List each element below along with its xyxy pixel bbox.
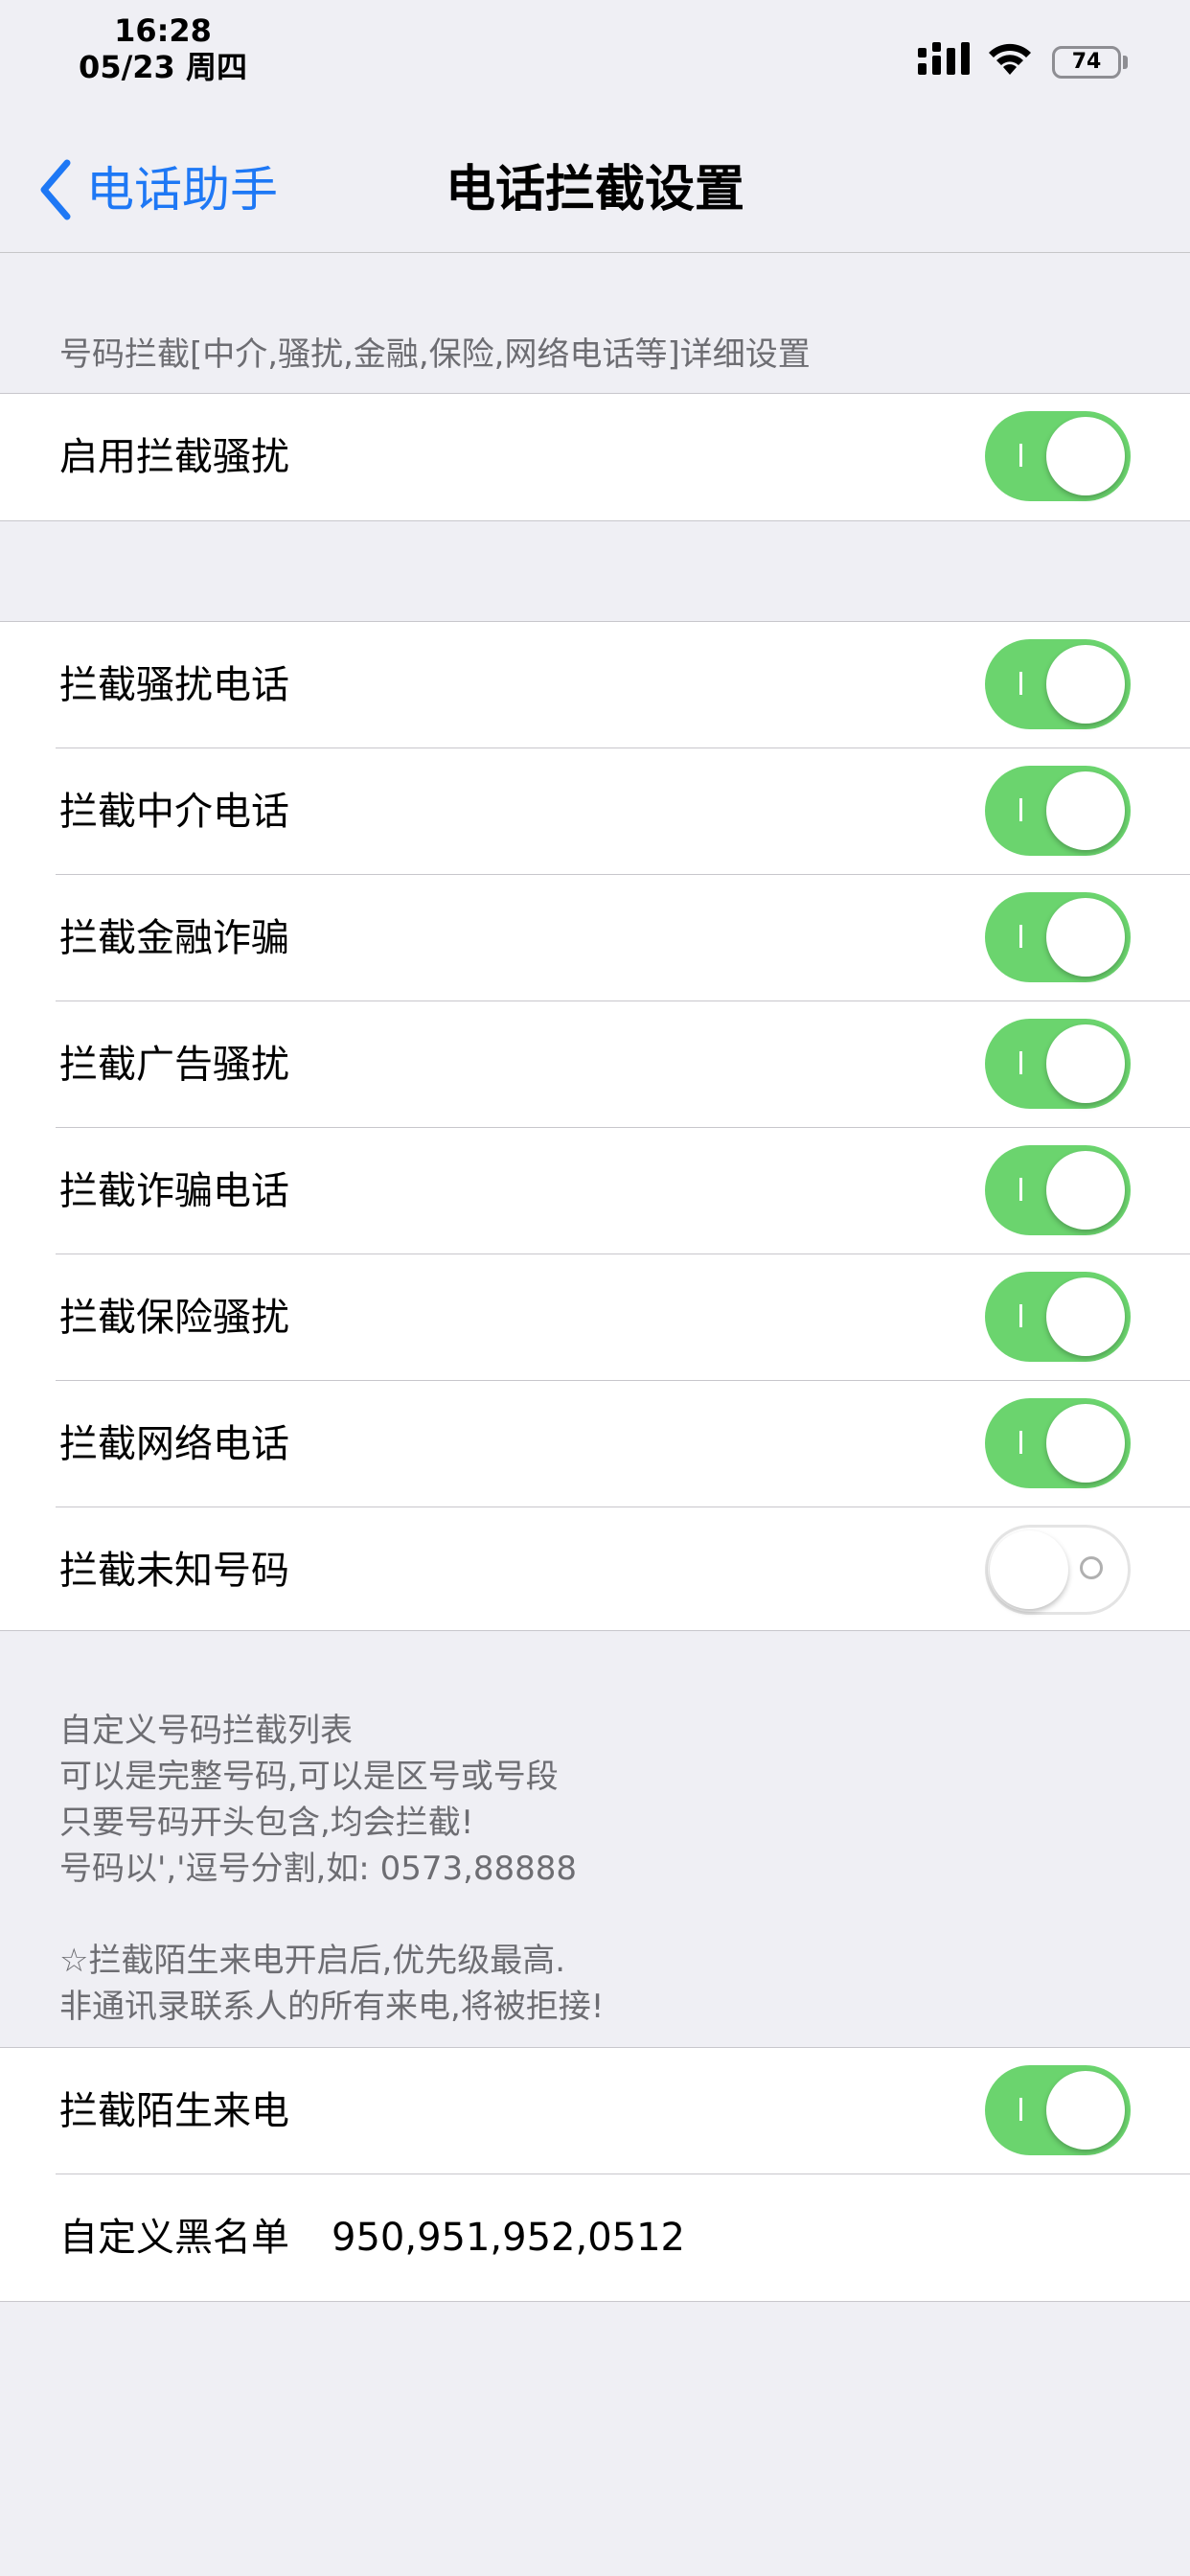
wifi-icon — [989, 43, 1031, 75]
toggle-block-insurance[interactable] — [985, 1272, 1131, 1362]
row-block-strangers: 拦截陌生来电 — [0, 2048, 1190, 2174]
row-label: 拦截骚扰电话 — [59, 663, 289, 707]
toggle-block-financial-fraud[interactable] — [985, 892, 1131, 982]
note-line — [59, 1892, 604, 1938]
row-label: 拦截中介电话 — [59, 790, 289, 834]
note-line: 只要号码开头包含,均会拦截! — [59, 1804, 474, 1842]
note-line: ☆拦截陌生来电开启后,优先级最高. — [59, 1942, 566, 1980]
row-block-scam-calls: 拦截诈骗电话 — [0, 1128, 1190, 1254]
row-block-unknown-numbers: 拦截未知号码 — [0, 1507, 1190, 1634]
note-line: 可以是完整号码,可以是区号或号段 — [59, 1758, 559, 1796]
row-label: 启用拦截骚扰 — [59, 435, 289, 479]
note-line: 非通讯录联系人的所有来电,将被拒接! — [59, 1988, 605, 2026]
row-block-internet-calls: 拦截网络电话 — [0, 1381, 1190, 1507]
row-block-insurance: 拦截保险骚扰 — [0, 1254, 1190, 1381]
blocklist-instructions: 自定义号码拦截列表 可以是完整号码,可以是区号或号段 只要号码开头包含,均会拦截… — [59, 1708, 604, 2030]
battery-tip — [1123, 56, 1128, 69]
toggle-block-harassment[interactable] — [985, 639, 1131, 729]
toggle-block-ads[interactable] — [985, 1019, 1131, 1109]
note-line: 自定义号码拦截列表 — [59, 1712, 353, 1750]
blacklist-value[interactable]: 950,951,952,0512 — [332, 2174, 685, 2301]
row-block-harassment: 拦截骚扰电话 — [0, 622, 1190, 748]
row-block-financial-fraud: 拦截金融诈骗 — [0, 875, 1190, 1001]
row-enable-blocking: 启用拦截骚扰 — [0, 394, 1190, 520]
group-block-categories: 拦截骚扰电话 拦截中介电话 拦截金融诈骗 拦截广告骚扰 拦截诈骗电话 拦截保险骚… — [0, 621, 1190, 1631]
row-label: 拦截诈骗电话 — [59, 1169, 289, 1213]
status-time: 16:28 — [114, 12, 212, 49]
group-enable-blocking: 启用拦截骚扰 — [0, 393, 1190, 521]
row-label: 拦截广告骚扰 — [59, 1043, 289, 1087]
navigation-bar: 电话助手 电话拦截设置 — [0, 115, 1190, 253]
status-date: 05/23 周四 — [79, 49, 247, 85]
row-label: 拦截网络电话 — [59, 1422, 289, 1466]
row-label: 自定义黑名单 — [59, 2216, 289, 2260]
status-bar: 16:28 05/23 周四 74 — [0, 0, 1190, 96]
row-label: 拦截保险骚扰 — [59, 1296, 289, 1340]
toggle-block-agency[interactable] — [985, 766, 1131, 856]
row-block-ads: 拦截广告骚扰 — [0, 1001, 1190, 1128]
toggle-block-unknown-numbers[interactable] — [985, 1525, 1131, 1615]
section-header-block-settings: 号码拦截[中介,骚扰,金融,保险,网络电话等]详细设置 — [59, 335, 811, 374]
note-line: 号码以','逗号分割,如: 0573,88888 — [59, 1850, 578, 1888]
battery-icon: 74 — [1052, 46, 1121, 79]
page-title: 电话拦截设置 — [445, 161, 744, 218]
row-block-agency: 拦截中介电话 — [0, 748, 1190, 875]
row-label: 拦截金融诈骗 — [59, 916, 289, 960]
toggle-enable-blocking[interactable] — [985, 411, 1131, 501]
row-label: 拦截陌生来电 — [59, 2089, 289, 2133]
row-label: 拦截未知号码 — [59, 1549, 289, 1593]
row-custom-blacklist[interactable]: 自定义黑名单 950,951,952,0512 — [0, 2174, 1190, 2301]
cellular-signal-icon — [918, 42, 970, 75]
toggle-block-internet-calls[interactable] — [985, 1398, 1131, 1488]
group-custom-blocking: 拦截陌生来电 自定义黑名单 950,951,952,0512 — [0, 2047, 1190, 2302]
toggle-block-strangers[interactable] — [985, 2065, 1131, 2155]
toggle-block-scam-calls[interactable] — [985, 1145, 1131, 1235]
